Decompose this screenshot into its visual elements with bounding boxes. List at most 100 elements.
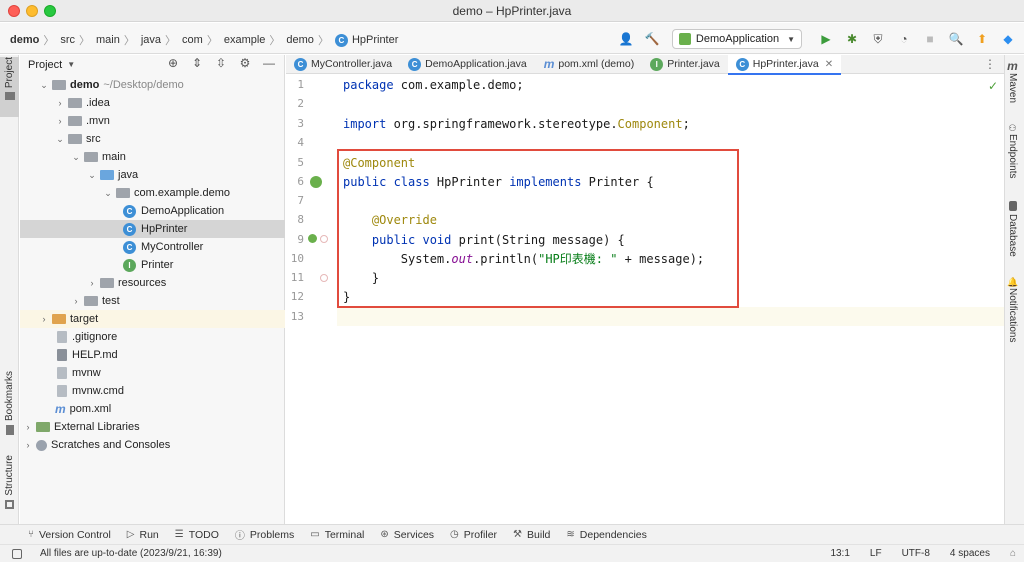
chevron-right-icon[interactable]: ›: [38, 314, 50, 324]
search-icon[interactable]: 🔍: [946, 29, 966, 49]
coverage-icon[interactable]: ⛨: [868, 29, 888, 49]
chevron-right-icon[interactable]: ›: [86, 278, 98, 288]
breadcrumb-item[interactable]: example: [224, 34, 266, 46]
chevron-down-icon[interactable]: ⌄: [38, 80, 50, 91]
tree-item-resources[interactable]: › resources: [20, 274, 285, 292]
lock-icon[interactable]: ⌂: [1010, 548, 1016, 559]
terminal-tool[interactable]: ▭ Terminal: [310, 529, 364, 541]
tab-pom-xml[interactable]: m pom.xml (demo): [535, 55, 643, 74]
user-icon[interactable]: 👤: [616, 29, 636, 49]
chevron-down-icon[interactable]: ⌄: [86, 170, 98, 181]
tree-item-pom-xml[interactable]: m pom.xml: [20, 400, 285, 418]
breadcrumb-item[interactable]: demo: [10, 34, 39, 46]
run-config-select[interactable]: DemoApplication ▼: [671, 29, 802, 49]
tree-item-mvnw-cmd[interactable]: mvnw.cmd: [20, 382, 285, 400]
notifications-tool-tab[interactable]: 🔔 Notifications: [1007, 277, 1018, 342]
maven-tool-tab[interactable]: m Maven: [1007, 59, 1018, 103]
tab-hpprinter[interactable]: C HpPrinter.java ✕: [727, 54, 842, 75]
tree-item-help-md[interactable]: HELP.md: [20, 346, 285, 364]
breadcrumb-item[interactable]: com: [182, 34, 203, 46]
more-tabs-icon[interactable]: ⋮: [984, 57, 996, 71]
tree-item-external-libraries[interactable]: › External Libraries: [20, 418, 285, 436]
project-view-select[interactable]: Project: [28, 59, 62, 71]
status-window-icon[interactable]: [12, 549, 22, 559]
tree-item-test[interactable]: › test: [20, 292, 285, 310]
line-separator[interactable]: LF: [870, 548, 882, 559]
chevron-down-icon[interactable]: ⌄: [102, 188, 114, 199]
no-problems-check-icon[interactable]: ✓: [988, 79, 998, 93]
status-message[interactable]: All files are up-to-date (2023/9/21, 16:…: [40, 548, 222, 559]
tab-demoapplication[interactable]: C DemoApplication.java: [400, 55, 535, 74]
fold-icon[interactable]: [320, 274, 328, 282]
tree-item-mycontroller[interactable]: C MyController: [20, 238, 285, 256]
gear-icon[interactable]: ⚙: [236, 56, 254, 70]
run-icon[interactable]: ▶: [816, 29, 836, 49]
bookmarks-tool-tab[interactable]: Bookmarks: [0, 371, 19, 441]
spring-bean-icon[interactable]: [310, 176, 322, 188]
chevron-down-icon[interactable]: ▼: [67, 60, 75, 69]
caret-position[interactable]: 13:1: [830, 548, 849, 559]
breadcrumb-item[interactable]: java: [141, 34, 161, 46]
tree-item-demo[interactable]: ⌄ demo ~/Desktop/demo: [20, 76, 285, 94]
database-tool-tab[interactable]: Database: [1007, 201, 1018, 257]
structure-tool-tab[interactable]: Structure: [0, 455, 19, 517]
services-tool[interactable]: ⊛ Services: [380, 529, 434, 541]
dependencies-tool[interactable]: ≋ Dependencies: [566, 529, 647, 541]
structure-icon: [5, 499, 14, 509]
collapse-all-icon[interactable]: ⇳: [212, 56, 230, 70]
indent-setting[interactable]: 4 spaces: [950, 548, 990, 559]
run-tool[interactable]: ▷ Run: [127, 529, 159, 541]
spring-boot-icon: [678, 33, 691, 45]
problems-tool[interactable]: ⓘ Problems: [235, 527, 294, 543]
chevron-down-icon[interactable]: ⌄: [70, 152, 82, 163]
todo-tool[interactable]: ☰ TODO: [175, 529, 219, 541]
chevron-right-icon[interactable]: ›: [54, 98, 66, 108]
tree-item-java[interactable]: ⌄ java: [20, 166, 285, 184]
line-number: 1: [297, 78, 304, 91]
tree-item-printer[interactable]: I Printer: [20, 256, 285, 274]
fold-icon[interactable]: [320, 235, 328, 243]
debug-icon[interactable]: ✱: [842, 29, 862, 49]
profiler-tool[interactable]: ◷ Profiler: [450, 529, 497, 541]
tree-item-hpprinter[interactable]: C HpPrinter: [20, 220, 285, 238]
implementation-marker-icon[interactable]: [308, 234, 317, 243]
chevron-right-icon[interactable]: ›: [54, 116, 66, 126]
code-editor[interactable]: 1 2 3 4 5 6 7 8 9 10 11 12 13 package co…: [286, 75, 1004, 524]
tab-mycontroller[interactable]: C MyController.java: [286, 55, 400, 74]
tree-item-demoapplication[interactable]: C DemoApplication: [20, 202, 285, 220]
version-control-tool[interactable]: ⑂ Version Control: [28, 529, 111, 541]
line-number: 10: [290, 252, 304, 265]
build-tool[interactable]: ⚒ Build: [513, 529, 550, 541]
tree-item-scratches[interactable]: › Scratches and Consoles: [20, 436, 285, 454]
endpoints-tool-tab[interactable]: ⚇ Endpoints: [1007, 123, 1018, 178]
chevron-right-icon[interactable]: ›: [70, 296, 82, 306]
chevron-right-icon[interactable]: ›: [22, 422, 34, 432]
tree-item-mvnw[interactable]: mvnw: [20, 364, 285, 382]
hide-icon[interactable]: —: [260, 56, 278, 70]
stop-icon[interactable]: ■: [920, 29, 940, 49]
file-encoding[interactable]: UTF-8: [902, 548, 930, 559]
tree-item-target[interactable]: › target: [20, 310, 285, 328]
build-hammer-icon[interactable]: 🔨: [642, 29, 662, 49]
tree-item-mvn[interactable]: › .mvn: [20, 112, 285, 130]
tree-item-gitignore[interactable]: .gitignore: [20, 328, 285, 346]
profile-icon[interactable]: ◔: [894, 29, 914, 49]
breadcrumb-item[interactable]: src: [60, 34, 75, 46]
project-tool-tab[interactable]: Project: [0, 57, 19, 117]
maven-icon: m: [1007, 59, 1018, 73]
tree-item-idea[interactable]: › .idea: [20, 94, 285, 112]
breadcrumb-item[interactable]: main: [96, 34, 120, 46]
tab-printer[interactable]: I Printer.java: [642, 55, 728, 74]
locate-icon[interactable]: ⊕: [164, 56, 182, 70]
chevron-down-icon[interactable]: ⌄: [54, 134, 66, 145]
ai-assistant-icon[interactable]: ◆: [998, 29, 1018, 49]
tree-item-main[interactable]: ⌄ main: [20, 148, 285, 166]
tree-item-src[interactable]: ⌄ src: [20, 130, 285, 148]
breadcrumb-file[interactable]: HpPrinter: [352, 34, 398, 46]
update-icon[interactable]: ⬆: [972, 29, 992, 49]
chevron-right-icon[interactable]: ›: [22, 440, 34, 450]
breadcrumb-item[interactable]: demo: [286, 34, 314, 46]
close-tab-icon[interactable]: ✕: [825, 59, 833, 70]
expand-all-icon[interactable]: ⇕: [188, 56, 206, 70]
tree-item-package[interactable]: ⌄ com.example.demo: [20, 184, 285, 202]
